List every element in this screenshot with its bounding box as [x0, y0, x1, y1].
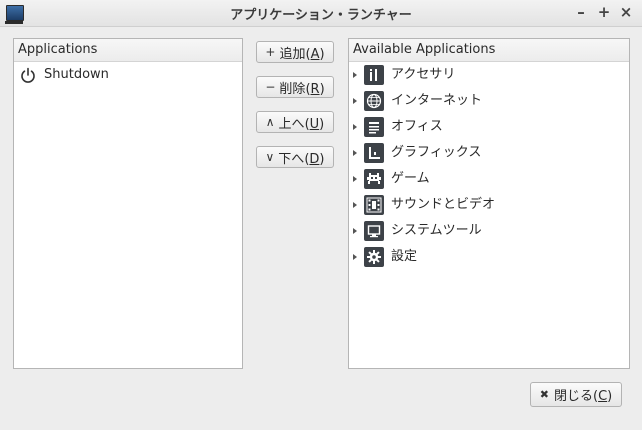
expand-arrow-icon[interactable] — [353, 228, 357, 234]
applications-header: Applications — [14, 39, 242, 62]
chevron-down-icon: ∨ — [265, 150, 275, 164]
expand-arrow-icon[interactable] — [353, 98, 357, 104]
expand-arrow-icon[interactable] — [353, 202, 357, 208]
tree-item-internet[interactable]: インターネット — [349, 88, 623, 114]
minus-icon: − — [265, 80, 276, 94]
expand-arrow-icon[interactable] — [353, 124, 357, 130]
move-down-button[interactable]: ∨ 下へ(D) — [256, 146, 334, 168]
game-icon — [364, 169, 384, 189]
tree-item-games[interactable]: ゲーム — [349, 166, 623, 192]
minimize-button[interactable]: – — [572, 3, 590, 21]
expand-arrow-icon[interactable] — [353, 254, 357, 260]
close-button-label: 閉じる(C) — [553, 389, 613, 404]
tree-item-label: インターネット — [391, 93, 483, 108]
tree-item-system-tools[interactable]: システムツール — [349, 218, 623, 244]
tree-item-label: サウンドとビデオ — [391, 197, 496, 212]
title-bar: アプリケーション・ランチャー – + × — [0, 0, 642, 27]
tree-item-label: アクセサリ — [391, 67, 456, 82]
graphics-icon — [364, 143, 384, 163]
tree-item-graphics[interactable]: グラフィックス — [349, 140, 623, 166]
tree-item-label: オフィス — [391, 119, 443, 134]
add-button[interactable]: + 追加(A) — [256, 41, 334, 63]
expand-arrow-icon[interactable] — [353, 176, 357, 182]
maximize-button[interactable]: + — [595, 3, 613, 21]
document-icon — [364, 117, 384, 137]
tree-item-sound-video[interactable]: サウンドとビデオ — [349, 192, 623, 218]
remove-button[interactable]: − 削除(R) — [256, 76, 334, 98]
move-up-button-label: 上へ(U) — [278, 116, 325, 132]
close-icon: ✖ — [539, 388, 549, 401]
expand-arrow-icon[interactable] — [353, 150, 357, 156]
tree-item-accessories[interactable]: アクセサリ — [349, 62, 623, 88]
list-item-label: Shutdown — [44, 67, 109, 82]
remove-button-label: 削除(R) — [279, 81, 325, 97]
close-button[interactable]: ✖ 閉じる(C) — [530, 382, 622, 407]
move-up-button[interactable]: ∧ 上へ(U) — [256, 111, 334, 133]
add-button-label: 追加(A) — [279, 46, 325, 62]
window-title: アプリケーション・ランチャー — [230, 8, 412, 23]
tree-item-settings[interactable]: 設定 — [349, 244, 623, 270]
tree-item-label: グラフィックス — [391, 145, 482, 160]
tree-item-label: 設定 — [391, 249, 418, 264]
plus-icon: + — [265, 45, 276, 59]
tree-item-office[interactable]: オフィス — [349, 114, 623, 140]
globe-icon — [364, 91, 384, 111]
film-icon — [364, 195, 384, 215]
monitor-icon — [364, 221, 384, 241]
accessories-icon — [364, 65, 384, 85]
close-window-button[interactable]: × — [617, 3, 635, 21]
tree-item-label: ゲーム — [391, 171, 430, 186]
expand-arrow-icon[interactable] — [353, 72, 357, 78]
available-applications-header: Available Applications — [349, 39, 629, 62]
move-down-button-label: 下へ(D) — [278, 151, 325, 167]
power-icon — [20, 67, 36, 83]
list-item-shutdown[interactable]: Shutdown — [14, 62, 242, 88]
gear-icon — [364, 247, 384, 267]
applications-list[interactable]: Applications Shutdown — [13, 38, 243, 369]
available-applications-tree[interactable]: Available Applications アクセサリ インターネット オフィ… — [348, 38, 630, 369]
tree-item-label: システムツール — [391, 223, 482, 238]
chevron-up-icon: ∧ — [265, 115, 275, 129]
